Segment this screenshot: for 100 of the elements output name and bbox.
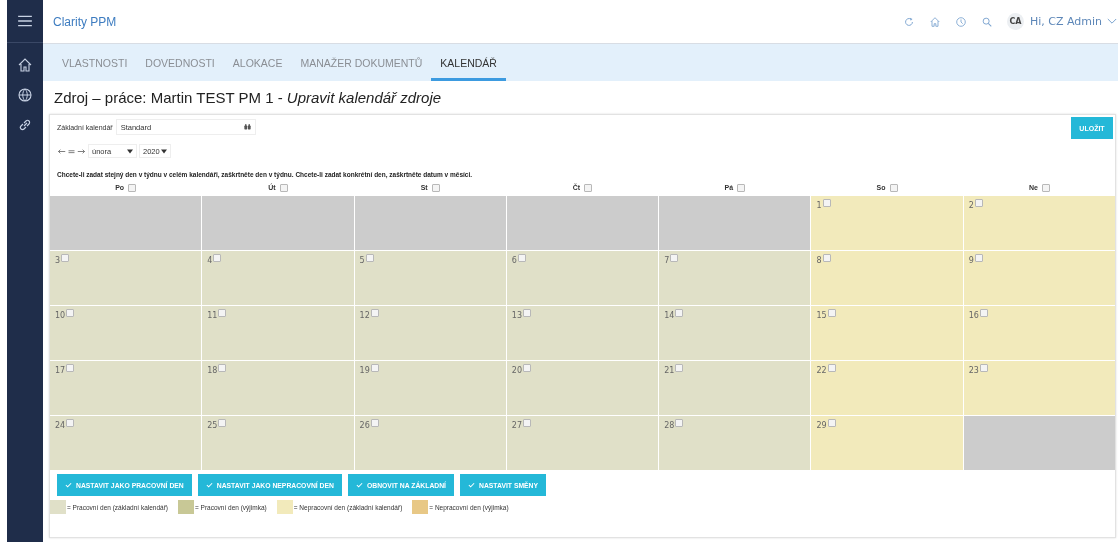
day-number: 2 [968, 201, 974, 210]
day-number: 20 [511, 366, 523, 375]
day-cell[interactable]: 18 [202, 361, 354, 415]
checkbox[interactable] [675, 419, 684, 427]
checkbox[interactable] [670, 254, 679, 262]
checkmark-icon [205, 482, 213, 488]
day-cell[interactable]: 25 [202, 416, 354, 470]
checkbox[interactable] [66, 419, 75, 427]
menu-icon[interactable] [17, 13, 33, 29]
checkbox[interactable] [523, 309, 532, 317]
day-number: 24 [55, 421, 66, 430]
checkbox[interactable] [979, 364, 988, 372]
tab[interactable]: ALOKACE [223, 44, 292, 81]
checkmark-icon [468, 482, 475, 488]
checkbox[interactable] [218, 419, 227, 427]
globe-icon[interactable] [17, 87, 33, 103]
checkbox[interactable] [889, 183, 898, 192]
day-cell[interactable]: 3 [50, 251, 202, 305]
day-cell[interactable]: 6 [506, 251, 659, 305]
checkbox[interactable] [974, 199, 983, 207]
checkbox[interactable] [979, 309, 988, 317]
checkbox[interactable] [827, 364, 836, 372]
clock-icon[interactable] [954, 15, 967, 28]
binoculars-icon[interactable] [243, 124, 251, 130]
day-cell[interactable]: 22 [811, 361, 963, 415]
checkbox[interactable] [218, 309, 227, 317]
day-cell[interactable]: 21 [659, 361, 811, 415]
tab[interactable]: KALENDÁŘ [431, 44, 506, 81]
checkbox[interactable] [523, 364, 532, 372]
checkbox[interactable] [822, 254, 831, 262]
checkbox[interactable] [974, 254, 983, 262]
day-cell[interactable]: 12 [354, 306, 506, 360]
home-icon[interactable] [17, 57, 33, 73]
day-number: 7 [664, 256, 670, 265]
day-cell[interactable]: 20 [506, 361, 659, 415]
checkbox[interactable] [61, 254, 70, 262]
user-avatar[interactable]: CA [1006, 13, 1024, 30]
checkbox[interactable] [66, 364, 75, 372]
checkbox[interactable] [370, 364, 379, 372]
day-cell[interactable]: 23 [963, 361, 1115, 415]
checkbox[interactable] [675, 309, 684, 317]
checkbox[interactable] [1041, 183, 1050, 192]
checkbox[interactable] [279, 183, 288, 192]
day-cell[interactable]: 29 [811, 416, 963, 470]
tab[interactable]: MANAŽER DOKUMENTŮ [291, 44, 432, 81]
checkbox[interactable] [128, 183, 137, 192]
refresh-icon[interactable] [902, 15, 915, 28]
search-icon[interactable] [980, 15, 993, 28]
checkbox[interactable] [523, 419, 532, 427]
day-cell[interactable]: 28 [659, 416, 811, 470]
user-menu[interactable]: Hi, CZ Admin [1029, 15, 1102, 28]
day-cell[interactable]: 14 [659, 306, 811, 360]
checkbox[interactable] [517, 254, 526, 262]
checkbox[interactable] [822, 199, 831, 207]
day-number: 23 [968, 366, 979, 375]
day-cell[interactable]: 24 [50, 416, 202, 470]
day-cell[interactable]: 19 [354, 361, 506, 415]
tab[interactable]: DOVEDNOSTI [136, 44, 224, 81]
arrow-right-icon[interactable] [77, 147, 86, 155]
day-cell[interactable]: 15 [811, 306, 963, 360]
day-cell[interactable]: 2 [963, 196, 1115, 250]
day-cell[interactable]: 16 [963, 306, 1115, 360]
day-number: 5 [359, 256, 365, 265]
day-cell[interactable]: 1 [811, 196, 963, 250]
day-cell[interactable]: 8 [811, 251, 963, 305]
equals-icon[interactable] [67, 147, 76, 155]
dropdown-arrow-icon[interactable] [161, 148, 167, 154]
day-number: 14 [664, 311, 675, 320]
checkbox[interactable] [365, 254, 374, 262]
app-title[interactable]: Clarity PPM [53, 14, 117, 29]
checkbox[interactable] [431, 183, 440, 192]
checkbox[interactable] [827, 419, 836, 427]
checkbox[interactable] [827, 309, 836, 317]
day-cell[interactable]: 7 [659, 251, 811, 305]
day-number: 19 [359, 366, 370, 375]
checkbox[interactable] [737, 183, 746, 192]
link-icon[interactable] [17, 117, 33, 133]
day-cell[interactable]: 17 [50, 361, 202, 415]
day-cell[interactable]: 27 [506, 416, 659, 470]
day-cell[interactable]: 4 [202, 251, 354, 305]
arrow-left-icon[interactable] [57, 147, 66, 155]
tab[interactable]: VLASTNOSTI [53, 44, 137, 81]
checkbox[interactable] [66, 309, 75, 317]
day-number: 12 [359, 311, 370, 320]
day-cell[interactable]: 5 [354, 251, 506, 305]
checkbox[interactable] [370, 419, 379, 427]
day-cell[interactable]: 9 [963, 251, 1115, 305]
day-cell[interactable]: 13 [506, 306, 659, 360]
day-cell[interactable]: 11 [202, 306, 354, 360]
day-cell[interactable]: 26 [354, 416, 506, 470]
checkbox[interactable] [675, 364, 684, 372]
checkmark-icon [355, 482, 363, 488]
checkbox[interactable] [213, 254, 222, 262]
checkbox[interactable] [370, 309, 379, 317]
chevron-down-icon[interactable] [1107, 18, 1117, 25]
dropdown-arrow-icon[interactable] [127, 148, 133, 154]
checkbox[interactable] [218, 364, 227, 372]
day-cell[interactable]: 10 [50, 306, 202, 360]
day-number: 4 [207, 256, 213, 265]
checkbox[interactable] [584, 183, 593, 192]
